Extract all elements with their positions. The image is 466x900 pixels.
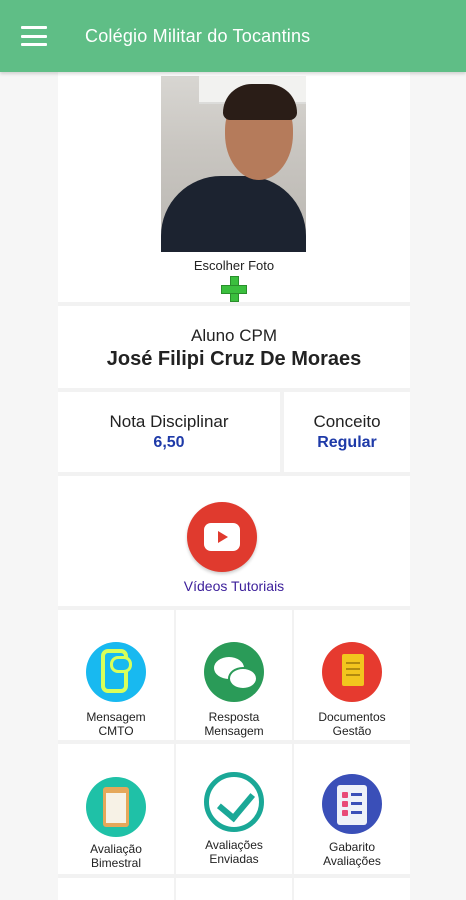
discipline-grade-value: 6,50 (153, 434, 185, 451)
discipline-grade-label: Nota Disciplinar (109, 412, 229, 431)
menu-tile-partial[interactable] (294, 878, 410, 900)
youtube-play-icon[interactable] (187, 502, 257, 572)
message-phone-icon (86, 642, 146, 702)
tile-label-line1: Resposta (208, 710, 260, 724)
menu-tile-resposta-mensagem[interactable]: Resposta Mensagem (176, 610, 292, 740)
tile-label-line2: CMTO (98, 724, 134, 738)
tile-label-line1: Gabarito (328, 840, 376, 854)
content-column: Escolher Foto Aluno CPM José Filipi Cruz… (58, 72, 410, 900)
chat-bubbles-icon (204, 642, 264, 702)
menu-tile-mensagem-cmto[interactable]: Mensagem CMTO (58, 610, 174, 740)
clipboard-icon (86, 777, 146, 837)
student-role: Aluno CPM (191, 326, 277, 345)
menu-tile-avaliacoes-enviadas[interactable]: Avaliações Enviadas (176, 744, 292, 874)
menu-tile-gabarito-avaliacoes[interactable]: Gabarito Avaliações (294, 744, 410, 874)
video-tutorials-link[interactable]: Vídeos Tutoriais (58, 578, 410, 594)
tile-label-line1: Avaliação (90, 842, 142, 856)
concept-label: Conceito (313, 412, 381, 431)
profile-photo (161, 76, 306, 252)
checklist-icon (322, 774, 382, 834)
student-info-card: Aluno CPM José Filipi Cruz De Moraes (58, 306, 410, 388)
student-name: José Filipi Cruz De Moraes (106, 348, 362, 370)
menu-tile-documentos-gestao[interactable]: Documentos Gestão (294, 610, 410, 740)
tile-label-line2: Enviadas (209, 852, 259, 866)
checkmark-icon (204, 772, 264, 832)
concept-value: Regular (317, 434, 377, 451)
tile-label-line1: Documentos (318, 710, 386, 724)
tile-label-line1: Avaliações (205, 838, 263, 852)
tile-label-line2: Bimestral (90, 856, 141, 870)
plus-icon[interactable] (221, 276, 247, 302)
tile-label-line2: Mensagem (204, 724, 264, 738)
profile-photo-card: Escolher Foto (58, 72, 410, 302)
tile-label-line2: Avaliações (323, 854, 381, 868)
choose-photo-label[interactable]: Escolher Foto (58, 258, 410, 273)
app-bar: Colégio Militar do Tocantins (0, 0, 466, 72)
video-tutorials-card[interactable]: Vídeos Tutoriais (58, 476, 410, 606)
menu-tile-avaliacao-bimestral[interactable]: Avaliação Bimestral (58, 744, 174, 874)
menu-tile-partial[interactable] (176, 878, 292, 900)
discipline-grade-card: Nota Disciplinar 6,50 (58, 392, 280, 472)
menu-tile-partial[interactable] (58, 878, 174, 900)
tile-label-line1: Mensagem (86, 710, 146, 724)
tile-label-line2: Gestão (332, 724, 372, 738)
app-title: Colégio Militar do Tocantins (85, 25, 311, 46)
concept-card: Conceito Regular (284, 392, 410, 472)
hamburger-menu-icon[interactable] (21, 26, 47, 46)
documents-icon (322, 642, 382, 702)
